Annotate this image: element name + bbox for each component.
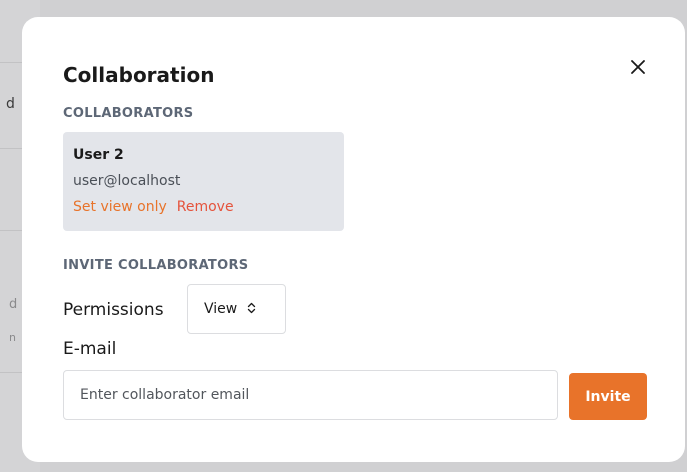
invite-collaborators-heading: INVITE COLLABORATORS bbox=[63, 258, 249, 273]
collaborator-name: User 2 bbox=[73, 147, 124, 163]
set-view-only-link[interactable]: Set view only bbox=[73, 199, 167, 215]
background-text-fragment: n bbox=[9, 331, 16, 344]
remove-collaborator-link[interactable]: Remove bbox=[177, 199, 234, 215]
permissions-label: Permissions bbox=[63, 300, 164, 320]
collaborators-heading: COLLABORATORS bbox=[63, 106, 194, 121]
invite-button[interactable]: Invite bbox=[569, 373, 647, 420]
collaborator-email: user@localhost bbox=[73, 173, 181, 189]
permissions-value: View bbox=[204, 301, 238, 317]
collaborator-email-input[interactable] bbox=[63, 370, 558, 420]
background-text-fragment: d bbox=[6, 96, 15, 112]
permissions-select[interactable]: View bbox=[187, 284, 286, 334]
collaborator-actions: Set view only Remove bbox=[73, 199, 234, 215]
close-button[interactable] bbox=[626, 55, 650, 79]
email-label: E-mail bbox=[63, 339, 117, 359]
collaborator-card: User 2 user@localhost Set view only Remo… bbox=[63, 132, 344, 231]
chevron-up-down-icon bbox=[247, 302, 256, 316]
background-text-fragment: d bbox=[9, 297, 18, 312]
close-icon bbox=[631, 60, 645, 74]
modal-title: Collaboration bbox=[63, 63, 215, 87]
